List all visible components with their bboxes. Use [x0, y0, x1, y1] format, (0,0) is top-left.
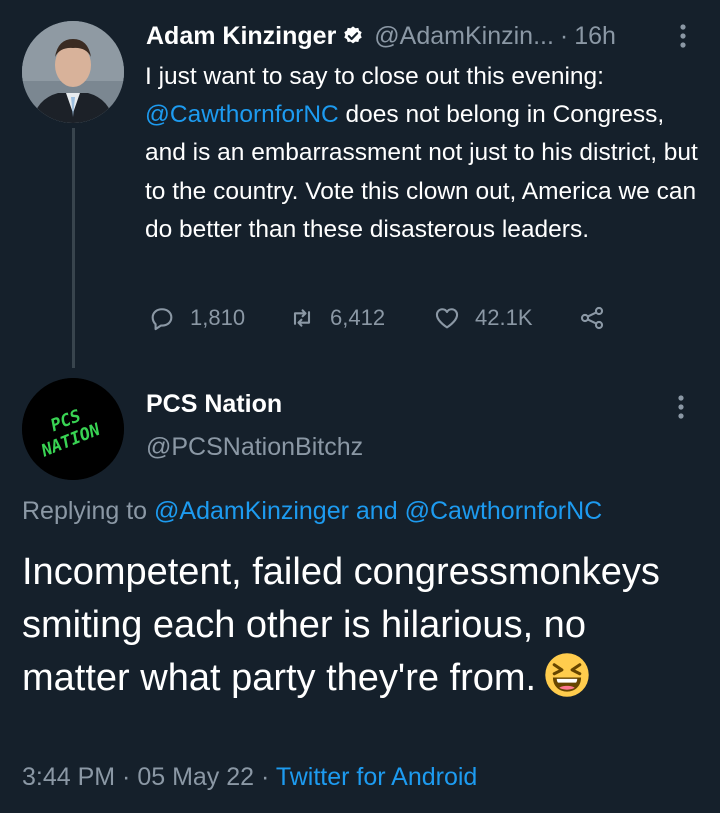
reply-mention-adam[interactable]: @AdamKinzinger — [154, 497, 349, 525]
meta-separator: · — [254, 763, 276, 791]
tweet1-actions: 1,810 6,412 42.1K — [148, 300, 606, 336]
tweet1-text: I just want to say to close out this eve… — [145, 58, 710, 249]
verified-badge-icon — [344, 26, 363, 44]
like-button[interactable]: 42.1K — [433, 304, 578, 332]
reply-count: 1,810 — [190, 305, 246, 330]
author-handle[interactable]: @PCSNationBitchz — [146, 433, 363, 462]
avatar-adam-kinzinger[interactable] — [22, 21, 124, 123]
reply-icon — [151, 308, 173, 331]
meta-separator: · — [115, 763, 138, 791]
retweet-count: 6,412 — [330, 305, 386, 330]
reply-mention-cawthorn[interactable]: @CawthornforNC — [405, 497, 603, 525]
pcs-nation-logo: PCS NATION — [22, 378, 124, 480]
thread-line — [72, 128, 75, 368]
replying-to: Replying to @AdamKinzinger and @Cawthorn… — [22, 497, 602, 526]
tweet-time[interactable]: 16h — [574, 22, 616, 51]
reply-button[interactable]: 1,810 — [148, 304, 288, 332]
tweet1-header: Adam Kinzinger @AdamKinzin... · 16h — [146, 18, 616, 54]
tweet-date[interactable]: 05 May 22 — [137, 763, 254, 791]
share-icon — [580, 306, 604, 330]
more-options-icon[interactable] — [678, 22, 688, 50]
avatar-pcs-nation[interactable]: PCS NATION — [22, 378, 124, 480]
author-name[interactable]: PCS Nation — [146, 390, 282, 419]
tweet-time[interactable]: 3:44 PM — [22, 763, 115, 791]
tweet2-meta: 3:44 PM · 05 May 22 · Twitter for Androi… — [22, 763, 477, 792]
replying-to-label: Replying to — [22, 497, 155, 525]
tweet2-text: Incompetent, failed congressmonkeys smit… — [22, 546, 702, 705]
tweet1-text-before: I just want to say to close out this eve… — [145, 63, 604, 90]
more-options-icon[interactable] — [676, 393, 686, 421]
reply-and-label: and — [348, 497, 405, 525]
retweet-icon — [293, 309, 311, 327]
retweet-button[interactable]: 6,412 — [288, 304, 433, 332]
share-button[interactable] — [578, 304, 606, 332]
separator-dot: · — [559, 21, 569, 50]
tweet-source-link[interactable]: Twitter for Android — [276, 763, 477, 791]
like-icon — [435, 308, 459, 329]
laughing-emoji-icon — [545, 653, 589, 697]
author-handle[interactable]: @AdamKinzin... — [374, 22, 554, 51]
avatar-portrait-icon — [22, 21, 124, 123]
mention-link[interactable]: @CawthornforNC — [145, 101, 339, 128]
author-name[interactable]: Adam Kinzinger — [146, 22, 336, 51]
like-count: 42.1K — [475, 305, 533, 330]
